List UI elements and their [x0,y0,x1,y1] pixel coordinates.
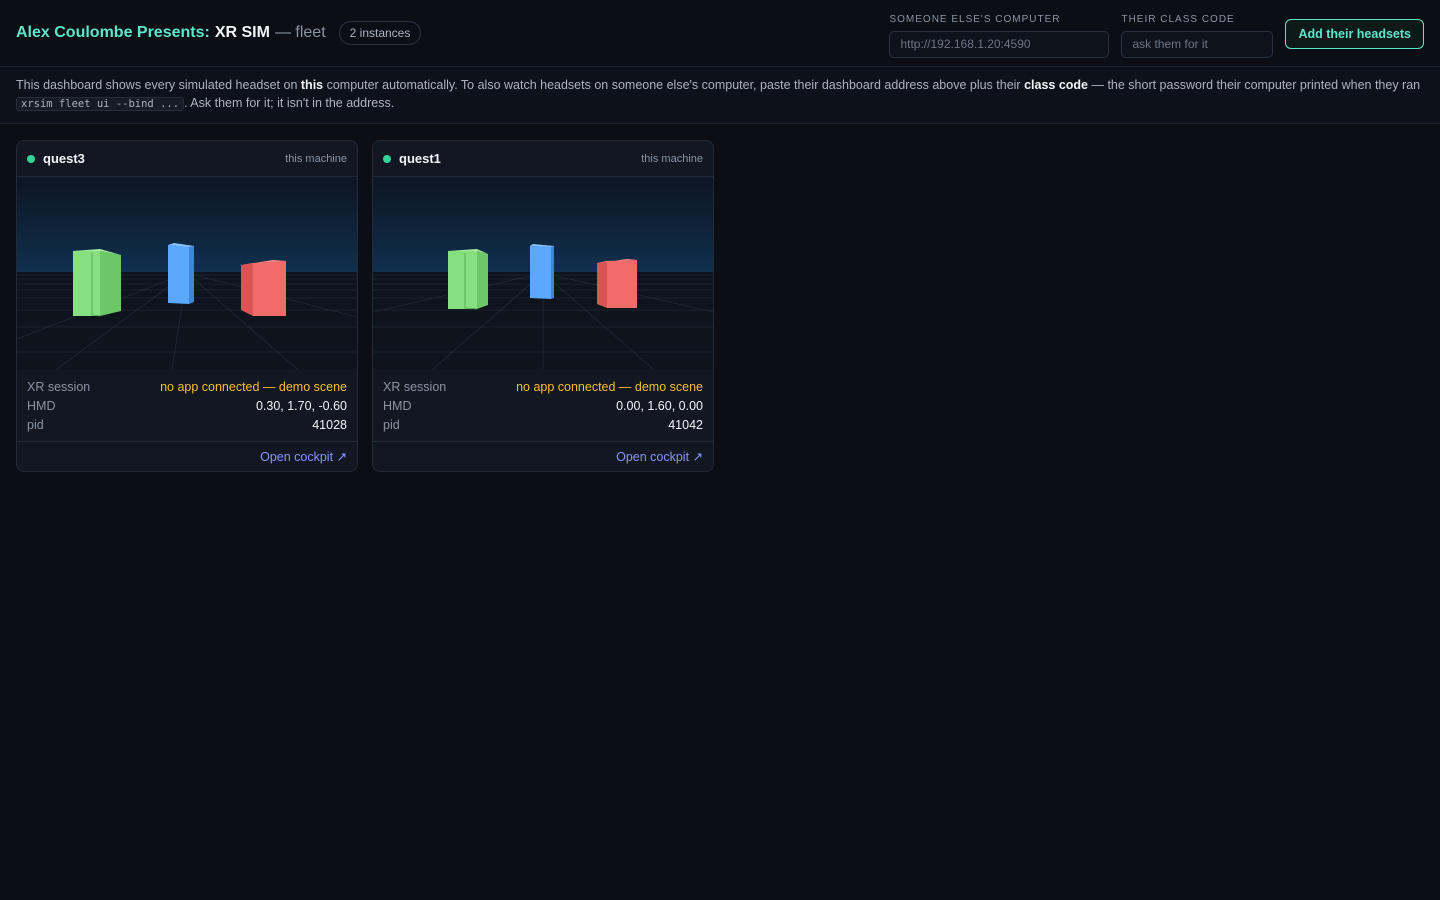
address-field-group: SOMEONE ELSE'S COMPUTER [889,10,1110,58]
product-name: XR SIM [214,24,270,41]
brand-name: Alex Coulombe Presents: [16,24,210,41]
instance-name: quest1 [399,151,441,166]
card-footer: Open cockpit ↗ [17,441,357,471]
info-bold-class-code: class code [1024,78,1088,92]
info-text-4: . Ask them for it; it isn't in the addre… [184,96,395,110]
xr-session-row: XR session no app connected — demo scene [27,377,347,396]
scene-preview [373,177,713,369]
card-header: quest3 this machine [17,141,357,177]
info-bold-this: this [300,78,324,92]
info-text-3: — the short password their computer prin… [1088,78,1421,92]
hmd-value: 0.00, 1.60, 0.00 [616,398,703,413]
instance-card: quest1 this machine XR session no app co… [372,140,714,472]
page-title: Alex Coulombe Presents: XR SIM — fleet 2… [16,21,422,45]
info-banner: This dashboard shows every simulated hea… [0,67,1440,124]
instance-count-badge: 2 instances [338,21,422,45]
green-cube [448,249,488,310]
instance-grid: quest3 this machine XR session no app co… [0,124,1440,488]
pid-label: pid [383,417,400,432]
section-name: — fleet [274,24,326,41]
class-code-label: THEIR CLASS CODE [1121,13,1235,25]
hmd-value: 0.30, 1.70, -0.60 [255,398,347,413]
xr-session-label: XR session [383,379,447,394]
pid-label: pid [27,417,44,432]
class-code-input[interactable] [1121,30,1274,58]
info-text-1: This dashboard shows every simulated hea… [16,78,301,92]
card-header: quest1 this machine [373,141,713,177]
open-cockpit-link[interactable]: Open cockpit ↗ [260,449,347,464]
xr-session-row: XR session no app connected — demo scene [383,377,703,396]
status-online-dot [27,154,35,163]
card-footer: Open cockpit ↗ [373,441,713,471]
scene-preview [17,177,357,369]
green-cube [73,249,121,317]
red-cube [597,259,637,308]
class-code-field-group: THEIR CLASS CODE [1121,10,1274,58]
red-cube [241,260,286,316]
address-input[interactable] [889,30,1110,58]
pid-row: pid 41042 [383,415,703,434]
xr-session-label: XR session [27,379,91,394]
instance-name: quest3 [43,151,85,166]
xr-session-value: no app connected — demo scene [516,379,703,394]
blue-cube [530,244,554,299]
pid-row: pid 41028 [27,415,347,434]
top-bar: Alex Coulombe Presents: XR SIM — fleet 2… [0,0,1440,67]
instance-card: quest3 this machine XR session no app co… [16,140,358,472]
info-text-2: computer automatically. To also watch he… [323,78,1025,92]
remote-controls: SOMEONE ELSE'S COMPUTER THEIR CLASS CODE… [889,0,1424,67]
hmd-label: HMD [27,398,56,413]
hmd-label: HMD [383,398,412,413]
pid-value: 41042 [668,417,703,432]
instance-origin: this machine [641,152,703,165]
blue-cube [168,243,194,304]
open-cockpit-link[interactable]: Open cockpit ↗ [616,449,703,464]
pid-value: 41028 [312,417,347,432]
xr-session-value: no app connected — demo scene [160,379,347,394]
add-headsets-button[interactable]: Add their headsets [1285,18,1424,49]
status-online-dot [383,154,391,163]
instance-origin: this machine [285,152,347,165]
address-label: SOMEONE ELSE'S COMPUTER [889,13,1061,25]
hmd-row: HMD 0.00, 1.60, 0.00 [383,396,703,415]
info-command-snippet: xrsim fleet ui --bind ... [16,97,185,111]
card-metadata: XR session no app connected — demo scene… [17,369,357,441]
hmd-row: HMD 0.30, 1.70, -0.60 [27,396,347,415]
card-metadata: XR session no app connected — demo scene… [373,369,713,441]
